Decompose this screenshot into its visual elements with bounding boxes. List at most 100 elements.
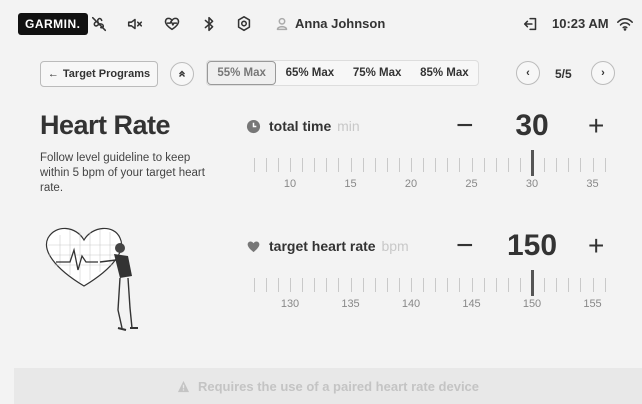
time-scale-tick [277,158,279,172]
hr-scale-tick [435,278,437,292]
hr-scale-tick [580,278,582,292]
decrease-hr-button[interactable]: − [456,231,474,261]
hr-scale-tick [277,278,279,292]
collapse-button[interactable] [170,62,194,86]
time-scale-tick [302,158,304,172]
hr-scale-tick [290,278,291,292]
target-hr-label-group: target heart rate bpm [246,238,409,254]
increase-time-button[interactable]: + [588,112,604,140]
target-hr-unit: bpm [381,238,409,254]
hr-scale-tick-label: 135 [341,298,360,310]
time-scale-tick [374,158,376,172]
time-scale-tick [350,158,352,172]
wifi-icon [615,14,635,34]
hr-scale-tick [314,278,316,292]
hr-scale-tick [302,278,304,292]
hr-scale-tick [362,278,364,292]
hr-scale-tick-label: 130 [280,298,300,310]
hr-scale-tick [253,278,255,292]
time-scale-tick [568,158,570,172]
time-scale-tick-label: 10 [283,178,297,190]
target-hr-value: 150 [506,229,558,262]
hr-scale-tick [495,278,497,292]
time-scale-selected-marker[interactable] [531,150,534,176]
heart-rate-illustration [46,227,138,331]
hr-scale-selected-marker[interactable] [531,270,534,296]
page-title: Heart Rate [40,110,171,140]
tab-55-max[interactable]: 55% Max [207,61,277,85]
chevron-double-up-icon [179,70,185,77]
increase-hr-button[interactable]: + [588,232,604,260]
intensity-tabs: 55% Max 65% Max 75% Max 85% Max [206,60,479,86]
hr-scale-tick [447,278,449,292]
chevron-left-icon: ‹ [526,67,530,79]
time-scale-tick [580,158,582,172]
banner-text: Requires the use of a paired heart rate … [197,378,480,394]
chevron-right-icon: › [601,67,605,79]
time-scale-tick-label: 20 [404,178,418,190]
time-scale-tick [290,158,291,172]
time-scale-tick [265,158,267,172]
total-time-label: total time [269,118,332,134]
previous-page-button[interactable]: ‹ [516,61,540,85]
warning-icon [177,380,190,392]
time-scale-tick [459,158,461,172]
page-description: Follow level guideline to keep within 5 … [40,152,205,194]
hr-scale-tick [338,278,340,292]
total-time-scale[interactable]: 10 15 20 25 30 35 [248,150,610,198]
hr-scale-tick [471,278,473,292]
time-scale-tick [604,158,606,172]
next-page-button[interactable]: › [591,61,615,85]
device-requirement-banner: Requires the use of a paired heart rate … [14,368,642,404]
bluetooth-icon[interactable] [199,14,219,34]
garmin-logo: GARMIN. [18,13,88,35]
time-scale-tick [447,158,449,172]
logout-icon[interactable] [521,14,541,34]
speaker-icon[interactable] [125,14,145,34]
time-scale-tick [386,158,388,172]
time-scale-tick [338,158,340,172]
time-scale-tick-label: 35 [586,178,599,190]
hr-scale-tick [386,278,388,292]
total-time-value: 30 [515,109,549,142]
heart-monitor-icon[interactable] [162,14,182,34]
total-time-label-group: total time min [246,118,360,134]
page-indicator: 5/5 [555,67,572,81]
time-scale-tick [314,158,316,172]
clock: 10:23 AM [552,16,609,31]
time-scale-tick [253,158,255,172]
time-scale-tick [556,158,558,172]
time-scale-tick-label: 15 [344,178,357,190]
settings-icon[interactable] [234,14,254,34]
time-scale-tick [362,158,364,172]
user-icon[interactable] [272,14,292,34]
time-scale-tick [411,158,412,172]
user-name[interactable]: Anna Johnson [295,16,385,31]
hr-scale-tick [265,278,267,292]
hr-scale-tick [374,278,376,292]
target-hr-scale[interactable]: 130 135 140 145 150 155 [248,270,610,318]
time-scale-tick [592,158,594,172]
target-hr-label: target heart rate [269,238,376,254]
heart-icon [247,240,260,252]
time-scale-tick [544,158,546,172]
time-scale-tick-label: 30 [525,178,539,190]
hr-scale-tick [423,278,425,292]
hr-scale-tick [326,278,328,292]
tab-65-max[interactable]: 65% Max [276,61,343,85]
hr-scale-tick [544,278,546,292]
hr-scale-tick-label: 155 [583,298,602,310]
time-scale-tick [471,158,473,172]
hr-scale-tick [556,278,558,292]
hr-scale-tick [604,278,606,292]
back-to-target-programs-button[interactable]: ← Target Programs [40,61,158,87]
no-fan-icon[interactable] [89,14,109,34]
decrease-time-button[interactable]: − [456,111,474,141]
total-time-unit: min [337,118,360,134]
time-scale-tick [435,158,437,172]
top-bar: GARMIN. Anna Johnson 10:23 AM [0,0,642,48]
tab-85-max[interactable]: 85% Max [411,61,478,85]
clock-icon [246,119,261,133]
tab-75-max[interactable]: 75% Max [344,61,411,85]
hr-scale-tick [483,278,485,292]
